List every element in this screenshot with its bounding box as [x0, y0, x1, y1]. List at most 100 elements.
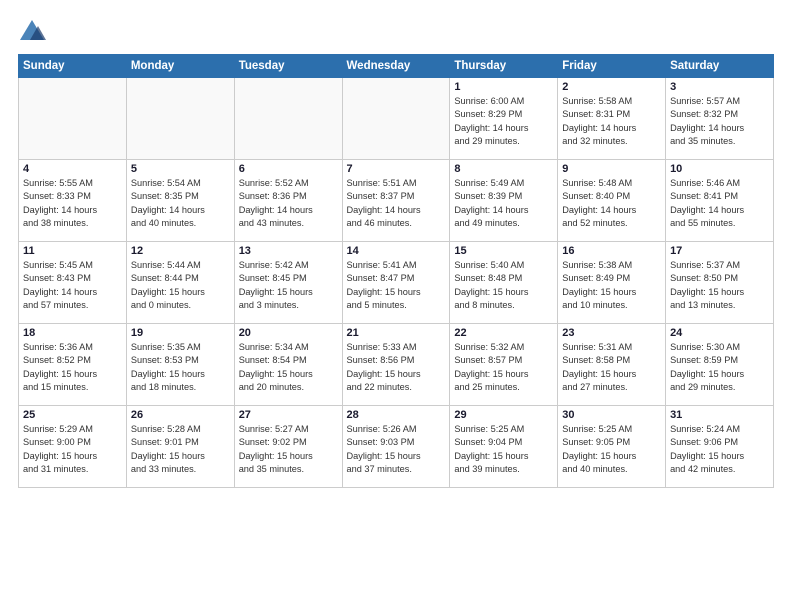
day-number: 11	[23, 245, 122, 257]
day-number: 2	[562, 81, 661, 93]
day-info: Sunrise: 5:44 AM Sunset: 8:44 PM Dayligh…	[131, 259, 230, 312]
day-number: 24	[670, 327, 769, 339]
day-number: 31	[670, 409, 769, 421]
weekday-header-row: SundayMondayTuesdayWednesdayThursdayFrid…	[19, 55, 774, 78]
day-info: Sunrise: 5:31 AM Sunset: 8:58 PM Dayligh…	[562, 341, 661, 394]
day-number: 7	[347, 163, 446, 175]
week-row-0: 1 Sunrise: 6:00 AM Sunset: 8:29 PM Daylig…	[19, 78, 774, 160]
day-info: Sunrise: 5:57 AM Sunset: 8:32 PM Dayligh…	[670, 95, 769, 148]
day-number: 20	[239, 327, 338, 339]
logo-icon	[18, 18, 46, 46]
week-row-4: 25 Sunrise: 5:29 AM Sunset: 9:00 PM Dayli…	[19, 406, 774, 488]
calendar-cell: 22 Sunrise: 5:32 AM Sunset: 8:57 PM Dayli…	[450, 324, 558, 406]
day-info: Sunrise: 5:52 AM Sunset: 8:36 PM Dayligh…	[239, 177, 338, 230]
day-number: 6	[239, 163, 338, 175]
calendar-cell: 9 Sunrise: 5:48 AM Sunset: 8:40 PM Daylig…	[558, 160, 666, 242]
calendar-cell: 20 Sunrise: 5:34 AM Sunset: 8:54 PM Dayli…	[234, 324, 342, 406]
day-number: 10	[670, 163, 769, 175]
calendar-cell	[234, 78, 342, 160]
day-info: Sunrise: 5:26 AM Sunset: 9:03 PM Dayligh…	[347, 423, 446, 476]
calendar-cell	[126, 78, 234, 160]
day-number: 15	[454, 245, 553, 257]
day-info: Sunrise: 5:30 AM Sunset: 8:59 PM Dayligh…	[670, 341, 769, 394]
calendar-cell: 16 Sunrise: 5:38 AM Sunset: 8:49 PM Dayli…	[558, 242, 666, 324]
weekday-header-tuesday: Tuesday	[234, 55, 342, 78]
calendar-cell: 6 Sunrise: 5:52 AM Sunset: 8:36 PM Daylig…	[234, 160, 342, 242]
calendar-cell	[342, 78, 450, 160]
day-info: Sunrise: 5:42 AM Sunset: 8:45 PM Dayligh…	[239, 259, 338, 312]
weekday-header-saturday: Saturday	[666, 55, 774, 78]
calendar-cell: 7 Sunrise: 5:51 AM Sunset: 8:37 PM Daylig…	[342, 160, 450, 242]
day-info: Sunrise: 5:54 AM Sunset: 8:35 PM Dayligh…	[131, 177, 230, 230]
day-info: Sunrise: 5:25 AM Sunset: 9:04 PM Dayligh…	[454, 423, 553, 476]
day-info: Sunrise: 5:38 AM Sunset: 8:49 PM Dayligh…	[562, 259, 661, 312]
day-number: 30	[562, 409, 661, 421]
week-row-2: 11 Sunrise: 5:45 AM Sunset: 8:43 PM Dayli…	[19, 242, 774, 324]
calendar-cell	[19, 78, 127, 160]
day-number: 9	[562, 163, 661, 175]
day-info: Sunrise: 5:49 AM Sunset: 8:39 PM Dayligh…	[454, 177, 553, 230]
day-info: Sunrise: 5:46 AM Sunset: 8:41 PM Dayligh…	[670, 177, 769, 230]
weekday-header-monday: Monday	[126, 55, 234, 78]
day-info: Sunrise: 5:28 AM Sunset: 9:01 PM Dayligh…	[131, 423, 230, 476]
day-number: 29	[454, 409, 553, 421]
day-info: Sunrise: 5:29 AM Sunset: 9:00 PM Dayligh…	[23, 423, 122, 476]
calendar-cell: 15Sunrise: 5:40 AM Sunset: 8:48 PM Dayli…	[450, 242, 558, 324]
calendar-cell: 19Sunrise: 5:35 AM Sunset: 8:53 PM Dayli…	[126, 324, 234, 406]
calendar-cell: 27 Sunrise: 5:27 AM Sunset: 9:02 PM Dayli…	[234, 406, 342, 488]
calendar-cell: 30 Sunrise: 5:25 AM Sunset: 9:05 PM Dayli…	[558, 406, 666, 488]
calendar-cell: 5 Sunrise: 5:54 AM Sunset: 8:35 PM Daylig…	[126, 160, 234, 242]
calendar-cell: 11 Sunrise: 5:45 AM Sunset: 8:43 PM Dayli…	[19, 242, 127, 324]
day-number: 27	[239, 409, 338, 421]
day-info: Sunrise: 5:45 AM Sunset: 8:43 PM Dayligh…	[23, 259, 122, 312]
calendar: SundayMondayTuesdayWednesdayThursdayFrid…	[18, 54, 774, 488]
day-info: Sunrise: 5:25 AM Sunset: 9:05 PM Dayligh…	[562, 423, 661, 476]
calendar-cell: 29 Sunrise: 5:25 AM Sunset: 9:04 PM Dayli…	[450, 406, 558, 488]
day-info: Sunrise: 5:34 AM Sunset: 8:54 PM Dayligh…	[239, 341, 338, 394]
calendar-cell: 3Sunrise: 5:57 AM Sunset: 8:32 PM Daylig…	[666, 78, 774, 160]
day-info: Sunrise: 5:37 AM Sunset: 8:50 PM Dayligh…	[670, 259, 769, 312]
day-number: 26	[131, 409, 230, 421]
day-number: 4	[23, 163, 122, 175]
day-number: 28	[347, 409, 446, 421]
day-info: Sunrise: 5:27 AM Sunset: 9:02 PM Dayligh…	[239, 423, 338, 476]
day-number: 17	[670, 245, 769, 257]
calendar-cell: 12Sunrise: 5:44 AM Sunset: 8:44 PM Dayli…	[126, 242, 234, 324]
day-info: Sunrise: 5:58 AM Sunset: 8:31 PM Dayligh…	[562, 95, 661, 148]
calendar-cell: 28 Sunrise: 5:26 AM Sunset: 9:03 PM Dayli…	[342, 406, 450, 488]
day-info: Sunrise: 6:00 AM Sunset: 8:29 PM Dayligh…	[454, 95, 553, 148]
day-number: 21	[347, 327, 446, 339]
week-row-1: 4 Sunrise: 5:55 AM Sunset: 8:33 PM Daylig…	[19, 160, 774, 242]
week-row-3: 18Sunrise: 5:36 AM Sunset: 8:52 PM Dayli…	[19, 324, 774, 406]
day-number: 1	[454, 81, 553, 93]
logo	[18, 18, 50, 46]
day-number: 18	[23, 327, 122, 339]
day-info: Sunrise: 5:32 AM Sunset: 8:57 PM Dayligh…	[454, 341, 553, 394]
weekday-header-sunday: Sunday	[19, 55, 127, 78]
calendar-cell: 4 Sunrise: 5:55 AM Sunset: 8:33 PM Daylig…	[19, 160, 127, 242]
calendar-cell: 26 Sunrise: 5:28 AM Sunset: 9:01 PM Dayli…	[126, 406, 234, 488]
calendar-cell: 10 Sunrise: 5:46 AM Sunset: 8:41 PM Dayli…	[666, 160, 774, 242]
day-number: 5	[131, 163, 230, 175]
weekday-header-friday: Friday	[558, 55, 666, 78]
calendar-cell: 24 Sunrise: 5:30 AM Sunset: 8:59 PM Dayli…	[666, 324, 774, 406]
day-number: 16	[562, 245, 661, 257]
calendar-cell: 13Sunrise: 5:42 AM Sunset: 8:45 PM Dayli…	[234, 242, 342, 324]
day-number: 23	[562, 327, 661, 339]
day-info: Sunrise: 5:55 AM Sunset: 8:33 PM Dayligh…	[23, 177, 122, 230]
weekday-header-thursday: Thursday	[450, 55, 558, 78]
calendar-cell: 18Sunrise: 5:36 AM Sunset: 8:52 PM Dayli…	[19, 324, 127, 406]
page: SundayMondayTuesdayWednesdayThursdayFrid…	[0, 0, 792, 612]
calendar-cell: 23 Sunrise: 5:31 AM Sunset: 8:58 PM Dayli…	[558, 324, 666, 406]
calendar-cell: 21 Sunrise: 5:33 AM Sunset: 8:56 PM Dayli…	[342, 324, 450, 406]
calendar-cell: 1 Sunrise: 6:00 AM Sunset: 8:29 PM Daylig…	[450, 78, 558, 160]
day-number: 22	[454, 327, 553, 339]
header	[18, 18, 774, 46]
day-number: 19	[131, 327, 230, 339]
day-number: 8	[454, 163, 553, 175]
day-info: Sunrise: 5:48 AM Sunset: 8:40 PM Dayligh…	[562, 177, 661, 230]
day-info: Sunrise: 5:33 AM Sunset: 8:56 PM Dayligh…	[347, 341, 446, 394]
calendar-cell: 14Sunrise: 5:41 AM Sunset: 8:47 PM Dayli…	[342, 242, 450, 324]
day-info: Sunrise: 5:51 AM Sunset: 8:37 PM Dayligh…	[347, 177, 446, 230]
day-number: 25	[23, 409, 122, 421]
